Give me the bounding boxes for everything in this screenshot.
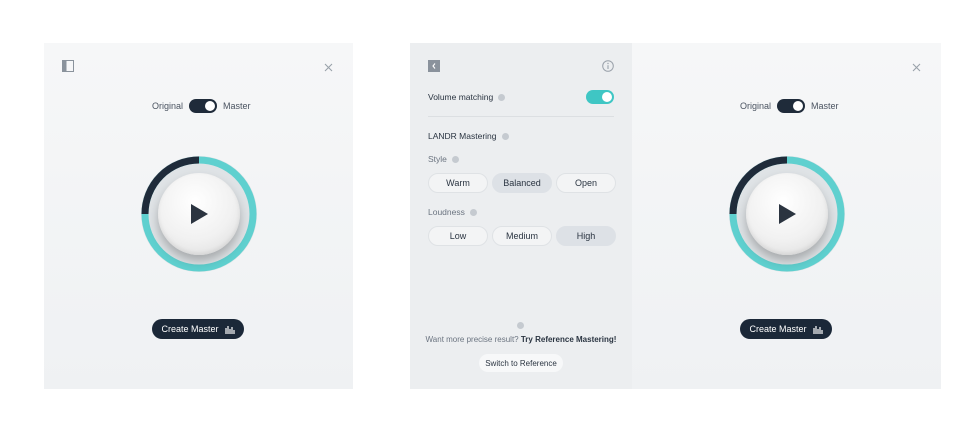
playback-dial xyxy=(726,153,848,275)
divider xyxy=(428,116,614,117)
reference-info-icon xyxy=(517,322,524,329)
play-icon xyxy=(191,204,208,224)
loudness-selector: Low Medium High xyxy=(428,226,616,246)
playback-dial xyxy=(138,153,260,275)
volume-matching-label: Volume matching xyxy=(428,92,506,102)
close-icon[interactable] xyxy=(321,60,335,74)
info-icon[interactable] xyxy=(498,93,506,101)
original-master-switch[interactable] xyxy=(777,99,806,113)
mastering-panel-collapsed: Original Master Create Master xyxy=(44,43,353,389)
section-title: LANDR Mastering xyxy=(428,131,509,141)
bars-icon xyxy=(812,325,823,334)
play-icon xyxy=(779,204,796,224)
create-master-button[interactable]: Create Master xyxy=(740,319,832,339)
switch-knob xyxy=(793,101,804,111)
info-icon[interactable] xyxy=(451,155,459,163)
style-label: Style xyxy=(428,154,459,164)
loudness-option-medium[interactable]: Medium xyxy=(492,226,552,246)
create-master-label: Create Master xyxy=(749,324,807,334)
switch-to-reference-button[interactable]: Switch to Reference xyxy=(479,354,563,372)
style-option-open[interactable]: Open xyxy=(556,173,616,193)
switch-knob xyxy=(205,101,216,111)
settings-sidebar: Volume matching LANDR Mastering Style Wa… xyxy=(410,43,632,389)
style-option-balanced[interactable]: Balanced xyxy=(492,173,552,193)
original-label: Original xyxy=(740,101,772,111)
create-master-label: Create Master xyxy=(161,324,219,334)
collapse-sidebar-icon[interactable] xyxy=(427,59,441,73)
info-icon[interactable] xyxy=(501,132,509,140)
switch-knob xyxy=(602,92,612,102)
bars-icon xyxy=(224,325,235,334)
sidebar-toggle-icon[interactable] xyxy=(61,59,75,73)
loudness-option-high[interactable]: High xyxy=(556,226,616,246)
original-master-toggle: Original Master xyxy=(740,98,839,114)
info-icon[interactable] xyxy=(469,208,477,216)
style-option-warm[interactable]: Warm xyxy=(428,173,488,193)
original-master-switch[interactable] xyxy=(189,99,218,113)
original-master-toggle: Original Master xyxy=(152,98,251,114)
play-button[interactable] xyxy=(158,173,240,255)
volume-matching-text: Volume matching xyxy=(428,92,494,102)
loudness-label: Loudness xyxy=(428,207,477,217)
section-title-text: LANDR Mastering xyxy=(428,131,497,141)
style-selector: Warm Balanced Open xyxy=(428,173,616,193)
reference-link[interactable]: Try Reference Mastering! xyxy=(521,335,617,344)
loudness-option-low[interactable]: Low xyxy=(428,226,488,246)
loudness-label-text: Loudness xyxy=(428,207,465,217)
info-icon[interactable] xyxy=(601,59,615,73)
player-area: Original Master Create Master xyxy=(632,43,941,389)
reference-prompt: Want more precise result? Try Reference … xyxy=(410,335,632,344)
create-master-button[interactable]: Create Master xyxy=(152,319,244,339)
style-label-text: Style xyxy=(428,154,447,164)
play-button[interactable] xyxy=(746,173,828,255)
close-icon[interactable] xyxy=(909,60,923,74)
master-label: Master xyxy=(223,101,251,111)
original-label: Original xyxy=(152,101,184,111)
mastering-panel-expanded: Volume matching LANDR Mastering Style Wa… xyxy=(410,43,941,389)
volume-matching-switch[interactable] xyxy=(586,90,614,104)
reference-question: Want more precise result? xyxy=(425,335,519,344)
master-label: Master xyxy=(811,101,839,111)
